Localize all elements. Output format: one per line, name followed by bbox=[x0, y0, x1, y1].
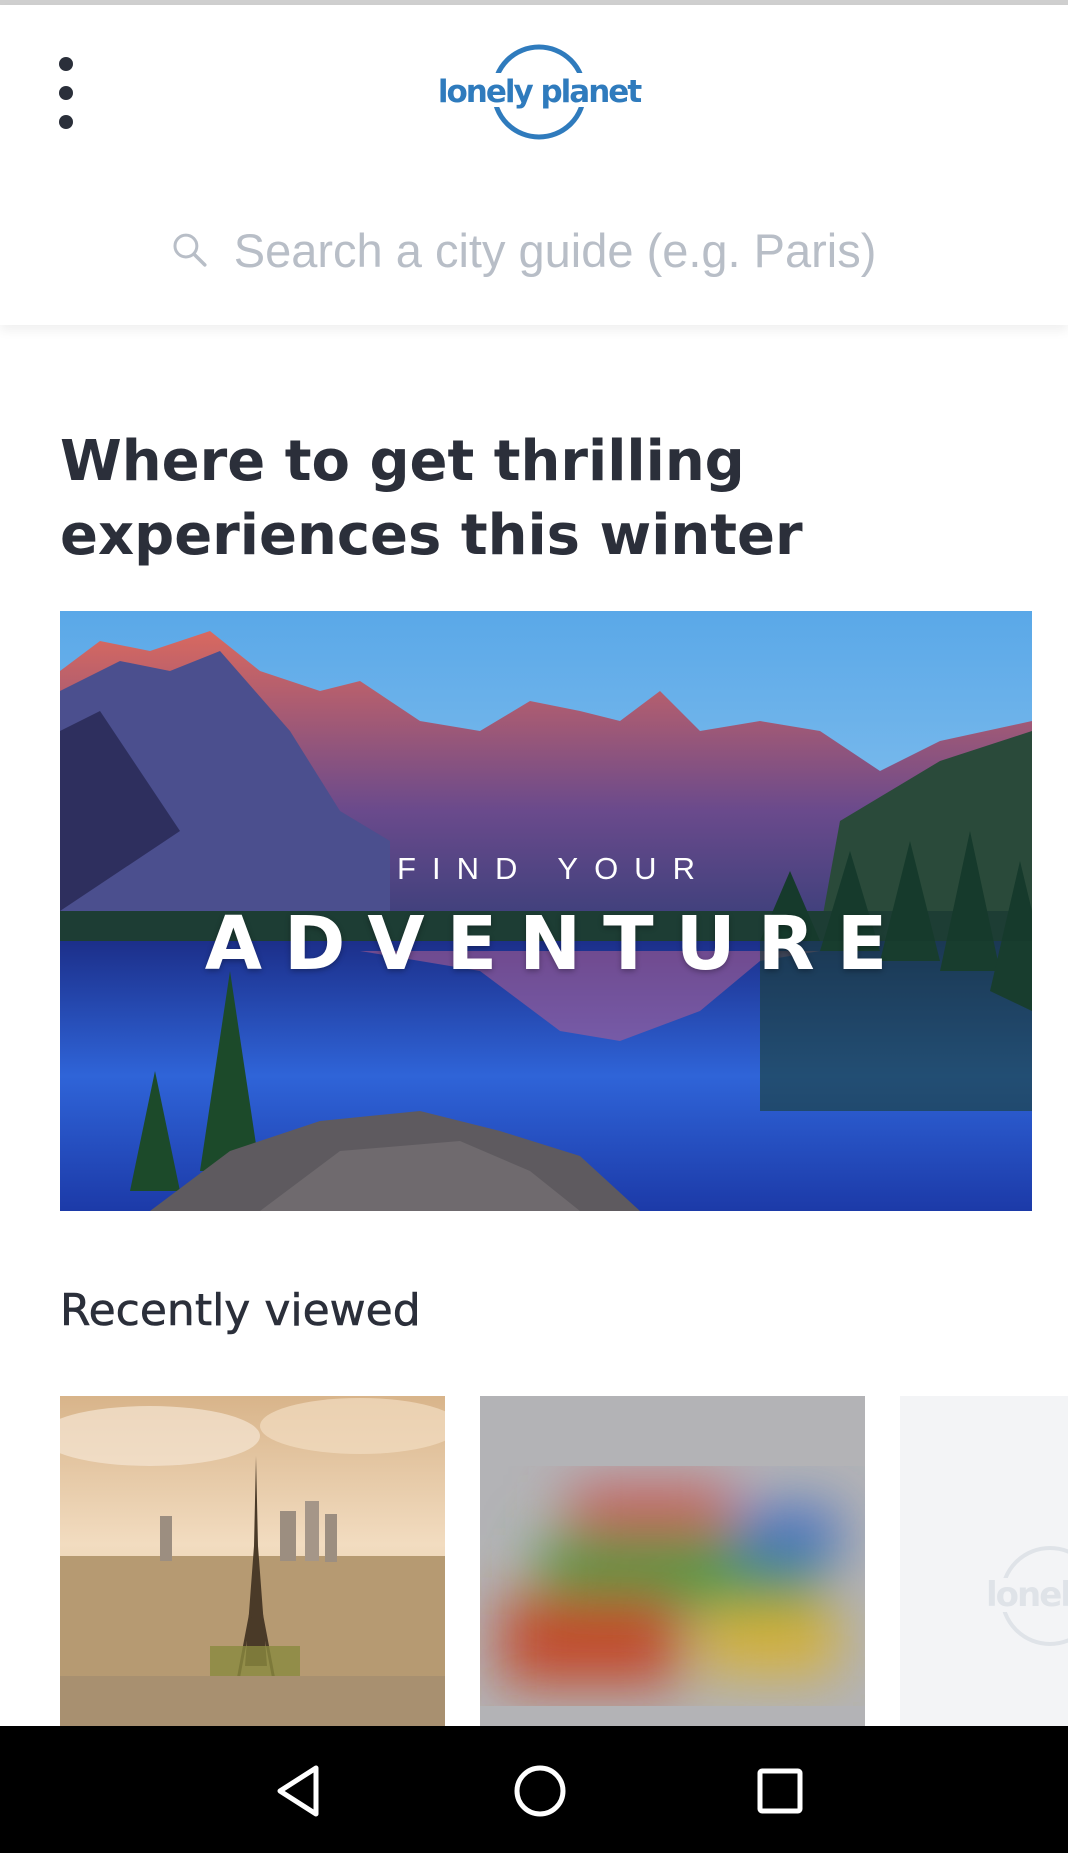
recently-viewed-title: Recently viewed bbox=[60, 1285, 421, 1337]
more-vert-icon[interactable] bbox=[50, 57, 84, 129]
lonely-planet-placeholder-image: lonely bbox=[980, 1546, 1068, 1646]
app-header: lonely planet bbox=[0, 5, 1068, 325]
system-navigation-bar bbox=[0, 1726, 1068, 1853]
hero-banner[interactable]: FIND YOUR ADVENTURE bbox=[60, 611, 1032, 1211]
featured-headline[interactable]: Where to get thrilling experiences this … bbox=[60, 425, 1040, 573]
blurred-image bbox=[480, 1396, 865, 1726]
svg-text:lonely planet: lonely planet bbox=[438, 74, 642, 110]
recent-card-placeholder[interactable]: lonely bbox=[900, 1396, 1068, 1726]
search-bar[interactable] bbox=[170, 215, 930, 285]
hero-title: ADVENTURE bbox=[204, 901, 910, 987]
recent-card-paris[interactable] bbox=[60, 1396, 445, 1726]
back-triangle-icon[interactable] bbox=[266, 1756, 336, 1826]
svg-text:lonely: lonely bbox=[986, 1575, 1068, 1615]
paris-eiffel-tower-image bbox=[60, 1396, 445, 1726]
home-circle-icon[interactable] bbox=[505, 1756, 575, 1826]
search-input[interactable] bbox=[233, 222, 930, 278]
logo-graphic: lonely planet bbox=[438, 44, 644, 140]
recent-card-blurred[interactable] bbox=[480, 1396, 865, 1726]
lonely-planet-logo[interactable]: lonely planet bbox=[434, 39, 644, 145]
search-icon bbox=[173, 233, 207, 267]
hero-kicker: FIND YOUR bbox=[397, 851, 711, 886]
recents-square-icon[interactable] bbox=[745, 1756, 815, 1826]
